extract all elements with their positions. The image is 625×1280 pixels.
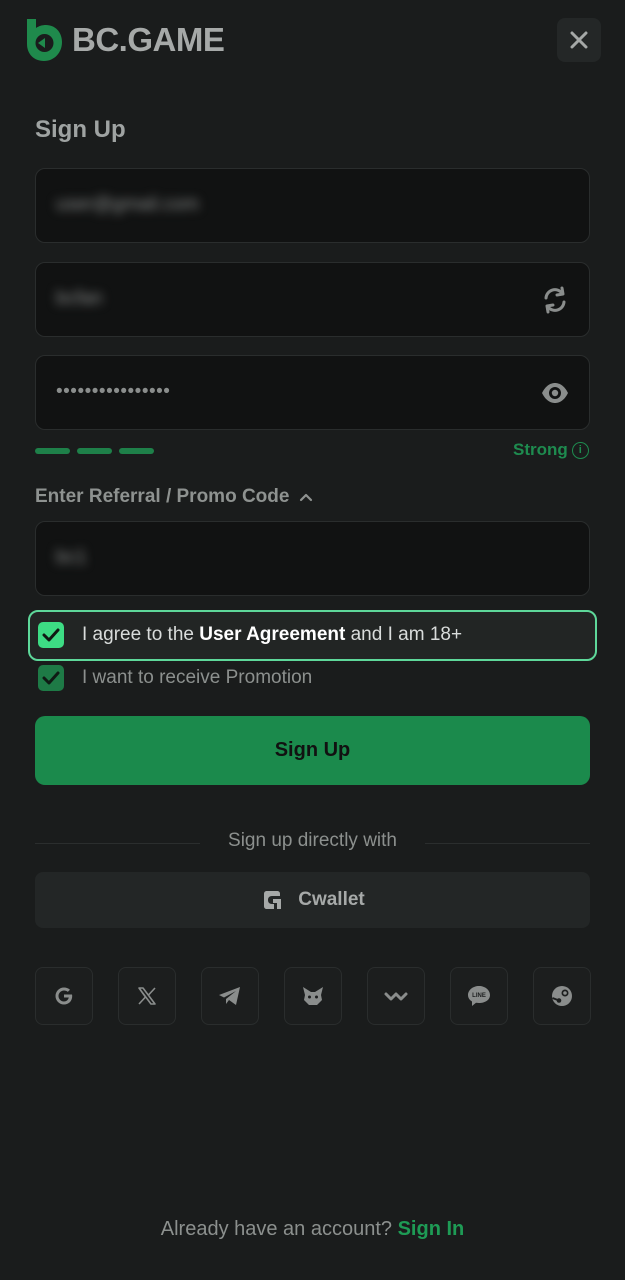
check-icon (42, 628, 60, 642)
bc-logo-icon (27, 19, 62, 61)
metamask-login-button[interactable] (284, 967, 342, 1025)
strength-segment (35, 448, 70, 454)
signin-prompt-text: Already have an account? (160, 1218, 398, 1240)
signin-prompt: Already have an account? Sign In (0, 1218, 625, 1241)
strength-indicator: Strong i (513, 440, 589, 460)
brand-logo[interactable]: BC.GAME (22, 17, 225, 63)
promo-code-input[interactable]: bc1 (35, 521, 590, 596)
username-value: bcfan (56, 288, 103, 309)
agreement-checkbox[interactable] (38, 622, 64, 648)
strength-segment (77, 448, 112, 454)
password-field[interactable]: •••••••••••••••• (35, 355, 590, 430)
signup-button[interactable]: Sign Up (35, 716, 590, 785)
google-icon (55, 987, 73, 1005)
cwallet-icon (264, 891, 282, 909)
user-agreement-link[interactable]: User Agreement (199, 624, 345, 645)
cwallet-button[interactable]: Cwallet (35, 872, 590, 928)
password-strength-bar (35, 448, 154, 454)
x-login-button[interactable] (118, 967, 176, 1025)
promotion-label: I want to receive Promotion (82, 667, 313, 688)
check-icon (42, 671, 60, 685)
signup-page: BC.GAME Sign Up user@gmail.com bcfan •••… (0, 0, 625, 1280)
chevron-up-icon (300, 493, 313, 502)
line-login-button[interactable]: LINE (450, 967, 508, 1025)
walletconnect-login-button[interactable] (367, 967, 425, 1025)
strength-segment (119, 448, 154, 454)
header: BC.GAME (0, 0, 625, 88)
signin-link[interactable]: Sign In (398, 1218, 465, 1240)
google-login-button[interactable] (35, 967, 93, 1025)
steam-icon (552, 986, 572, 1006)
brand-name: BC.GAME (72, 21, 225, 58)
metamask-icon (303, 987, 323, 1005)
password-value: •••••••••••••••• (56, 381, 171, 402)
x-icon (138, 987, 156, 1005)
telegram-login-button[interactable] (201, 967, 259, 1025)
cwallet-label: Cwallet (298, 889, 365, 910)
strength-label: Strong (513, 440, 568, 459)
divider-text: Sign up directly with (228, 830, 397, 851)
page-title: Sign Up (35, 116, 126, 143)
email-field[interactable]: user@gmail.com (35, 168, 590, 243)
close-button[interactable] (557, 18, 601, 62)
telegram-icon (219, 987, 240, 1005)
refresh-icon[interactable] (541, 286, 569, 314)
agreement-text: I agree to the User Agreement and I am 1… (82, 622, 462, 648)
steam-login-button[interactable] (533, 967, 591, 1025)
eye-icon[interactable] (541, 379, 569, 407)
agreement-suffix: and I am 18+ (345, 624, 463, 645)
agreement-prefix: I agree to the (82, 624, 200, 645)
promo-code-toggle[interactable]: Enter Referral / Promo Code (35, 486, 313, 508)
walletconnect-icon (384, 992, 408, 1001)
svg-text:LINE: LINE (472, 993, 486, 999)
social-login-row: LINE (35, 967, 591, 1025)
info-icon[interactable]: i (571, 441, 589, 459)
username-field[interactable]: bcfan (35, 262, 590, 337)
promo-code-label: Enter Referral / Promo Code (35, 486, 290, 507)
line-icon: LINE (468, 986, 490, 1006)
close-icon (570, 31, 588, 49)
email-value: user@gmail.com (56, 194, 199, 215)
promo-code-value: bc1 (56, 547, 87, 568)
promotion-checkbox[interactable] (38, 665, 64, 691)
